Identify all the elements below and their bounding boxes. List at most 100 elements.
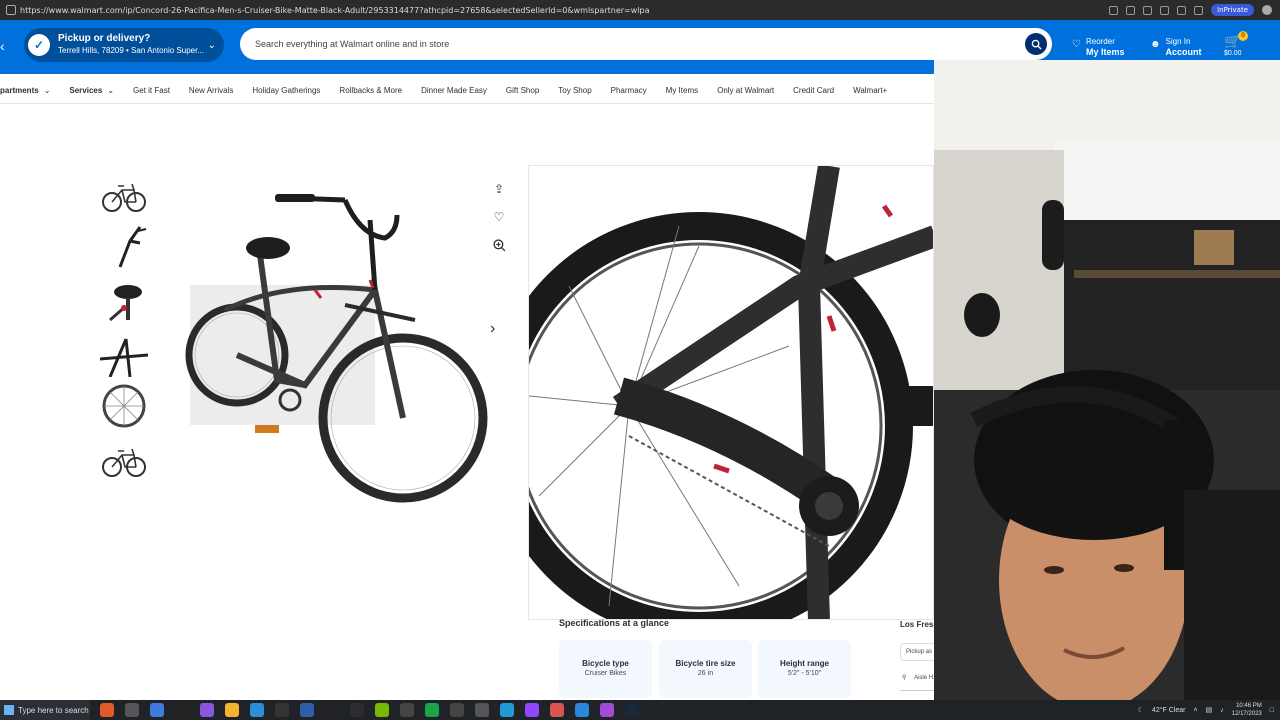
chevron-right-icon[interactable]: › bbox=[490, 320, 495, 338]
search-bar[interactable]: Search everything at Walmart online and … bbox=[240, 28, 1052, 60]
search-input[interactable]: Search everything at Walmart online and … bbox=[255, 39, 1025, 49]
image-actions: ⇪ ♡ bbox=[490, 180, 510, 264]
network-icon[interactable]: ▤ bbox=[1206, 706, 1213, 714]
app-icon[interactable] bbox=[600, 703, 614, 717]
account-link[interactable]: ☻ Sign In Account bbox=[1150, 36, 1202, 58]
nav-get-it-fast[interactable]: Get it Fast bbox=[133, 86, 170, 95]
app-icon[interactable] bbox=[425, 703, 439, 717]
my-items-label: My Items bbox=[1085, 47, 1125, 57]
system-tray: ☾ 42°F Clear ˄ ▤ ♪ 10:46 PM 12/17/2023 □ bbox=[1138, 702, 1274, 718]
pickup-delivery-selector[interactable]: ✓ Pickup or delivery? Terrell Hills, 782… bbox=[24, 28, 224, 62]
profile-avatar[interactable] bbox=[1262, 5, 1272, 15]
weather-text[interactable]: 42°F Clear bbox=[1152, 707, 1186, 714]
app-icon[interactable] bbox=[325, 703, 339, 717]
zoom-icon[interactable] bbox=[1109, 5, 1119, 15]
volume-icon[interactable]: ♪ bbox=[1220, 707, 1224, 714]
edge-icon[interactable] bbox=[150, 703, 164, 717]
nav-dinner-made-easy[interactable]: Dinner Made Easy bbox=[421, 86, 487, 95]
share-icon[interactable]: ⇪ bbox=[490, 180, 508, 198]
category-nav: partments ⌄ Services ⌄ Get it Fast New A… bbox=[0, 80, 934, 100]
read-aloud-icon[interactable] bbox=[1126, 5, 1136, 15]
app-icon[interactable] bbox=[350, 703, 364, 717]
search-button[interactable] bbox=[1025, 33, 1047, 55]
collections-icon[interactable] bbox=[1194, 5, 1204, 15]
store-name: Los Fresn bbox=[900, 620, 939, 629]
spec-key: Bicycle tire size bbox=[675, 659, 736, 668]
nav-services[interactable]: Services bbox=[69, 86, 102, 95]
location-pin-icon: ⚲ bbox=[902, 675, 907, 681]
app-icon[interactable] bbox=[500, 703, 514, 717]
heart-icon[interactable]: ♡ bbox=[490, 208, 508, 226]
clock[interactable]: 10:46 PM 12/17/2023 bbox=[1232, 702, 1262, 718]
pickup-location: Terrell Hills, 78209 • San Antonio Super… bbox=[58, 46, 204, 55]
clock-date: 12/17/2023 bbox=[1231, 711, 1262, 717]
app-icon[interactable] bbox=[450, 703, 464, 717]
app-icon[interactable] bbox=[475, 703, 489, 717]
zoom-in-icon[interactable] bbox=[490, 236, 508, 254]
nav-credit-card[interactable]: Credit Card bbox=[793, 86, 834, 95]
specs-heading: Specifications at a glance bbox=[559, 618, 670, 628]
thumbnail-bike-full[interactable] bbox=[100, 170, 148, 218]
spec-value: 5'2" - 5'10" bbox=[787, 670, 822, 677]
nav-new-arrivals[interactable]: New Arrivals bbox=[189, 86, 233, 95]
chevron-left-icon[interactable]: ‹ bbox=[0, 38, 5, 54]
cart-button[interactable]: 🛒 0 $0.00 bbox=[1224, 31, 1248, 57]
weather-icon: ☾ bbox=[1137, 707, 1144, 714]
taskbar-search-input[interactable]: Type here to search bbox=[18, 706, 89, 715]
windows-start-icon[interactable] bbox=[4, 705, 14, 715]
nav-only-at-walmart[interactable]: Only at Walmart bbox=[717, 86, 774, 95]
nav-pharmacy[interactable]: Pharmacy bbox=[611, 86, 647, 95]
chevron-down-icon: ⌄ bbox=[207, 39, 216, 51]
thumbnail-seat[interactable] bbox=[100, 276, 148, 324]
thumbnail-bike-side[interactable] bbox=[100, 435, 148, 483]
person-icon: ☻ bbox=[1150, 39, 1161, 50]
favorites-icon[interactable] bbox=[1177, 5, 1187, 15]
inprivate-badge[interactable]: InPrivate bbox=[1211, 4, 1254, 16]
reorder-link[interactable]: ♡ Reorder My Items bbox=[1072, 36, 1124, 58]
nav-walmart-plus[interactable]: Walmart+ bbox=[853, 86, 887, 95]
url-field[interactable]: https://www.walmart.com/ip/Concord-26-Pa… bbox=[20, 6, 1109, 15]
nvidia-icon[interactable] bbox=[375, 703, 389, 717]
webcam-overlay bbox=[934, 60, 1280, 700]
thumbnail-frame[interactable] bbox=[100, 329, 148, 377]
thumbnail-fork[interactable] bbox=[100, 223, 148, 271]
favorite-star-icon[interactable] bbox=[1160, 5, 1170, 15]
nav-gift-shop[interactable]: Gift Shop bbox=[506, 86, 539, 95]
app-icon[interactable] bbox=[175, 703, 189, 717]
thumbnail-wheel[interactable] bbox=[100, 382, 148, 430]
thumbnail-strip bbox=[100, 170, 150, 488]
browser-toolbar: InPrivate bbox=[1109, 4, 1272, 16]
app-icon[interactable] bbox=[275, 703, 289, 717]
nav-departments[interactable]: partments bbox=[0, 86, 39, 95]
app-icon[interactable] bbox=[400, 703, 414, 717]
reorder-label: Reorder bbox=[1085, 37, 1115, 46]
steam-icon[interactable] bbox=[625, 703, 639, 717]
account-label: Account bbox=[1165, 47, 1202, 57]
app-icon[interactable] bbox=[575, 703, 589, 717]
signin-label: Sign In bbox=[1165, 37, 1191, 46]
app-icon[interactable] bbox=[250, 703, 264, 717]
nav-rollbacks[interactable]: Rollbacks & More bbox=[339, 86, 402, 95]
browser-address-bar: https://www.walmart.com/ip/Concord-26-Pa… bbox=[0, 0, 1280, 20]
spec-value: 26 in bbox=[697, 670, 714, 677]
file-explorer-icon[interactable] bbox=[225, 703, 239, 717]
lock-icon bbox=[6, 5, 16, 15]
notifications-icon[interactable]: □ bbox=[1270, 707, 1274, 714]
windows-taskbar: Type here to search ☾ 42°F Clear ˄ ▤ ♪ 1… bbox=[0, 700, 1280, 720]
nav-my-items[interactable]: My Items bbox=[666, 86, 698, 95]
app-icon[interactable] bbox=[200, 703, 214, 717]
product-main-image[interactable] bbox=[185, 180, 495, 520]
pickup-title: Pickup or delivery? bbox=[58, 33, 151, 44]
app-icon[interactable] bbox=[300, 703, 314, 717]
app-icon[interactable] bbox=[550, 703, 564, 717]
spec-card-height-range: Height range 5'2" - 5'10" bbox=[758, 640, 851, 698]
app-available-icon[interactable] bbox=[1143, 5, 1153, 15]
clock-time: 10:46 PM bbox=[1236, 703, 1262, 709]
nav-toy-shop[interactable]: Toy Shop bbox=[558, 86, 591, 95]
task-view-icon[interactable] bbox=[125, 703, 139, 717]
tray-chevron-icon[interactable]: ˄ bbox=[1194, 707, 1198, 714]
taskbar-search[interactable]: Type here to search bbox=[0, 700, 90, 720]
twitch-icon[interactable] bbox=[525, 703, 539, 717]
app-icon[interactable] bbox=[100, 703, 114, 717]
nav-holiday-gatherings[interactable]: Holiday Gatherings bbox=[252, 86, 320, 95]
